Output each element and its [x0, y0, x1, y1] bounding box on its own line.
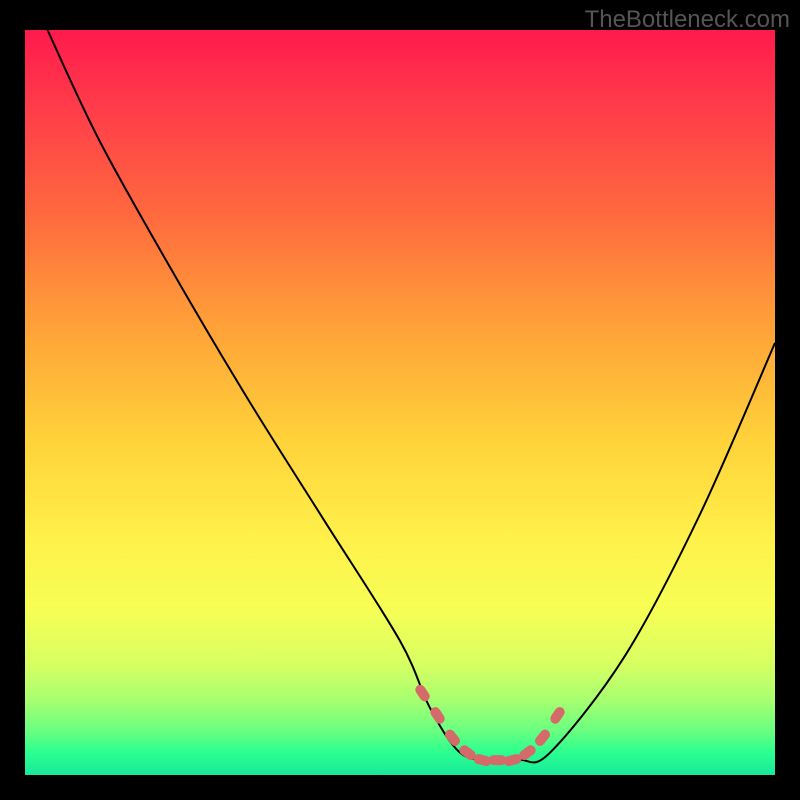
- optimal-marker: [443, 728, 462, 748]
- optimal-marker: [548, 705, 566, 726]
- chart-container: [25, 30, 775, 775]
- optimal-range-markers: [25, 30, 775, 775]
- optimal-marker: [428, 705, 446, 726]
- optimal-marker: [533, 728, 552, 748]
- plot-area: [25, 30, 775, 775]
- optimal-marker: [413, 683, 431, 704]
- attribution-watermark: TheBottleneck.com: [585, 6, 790, 34]
